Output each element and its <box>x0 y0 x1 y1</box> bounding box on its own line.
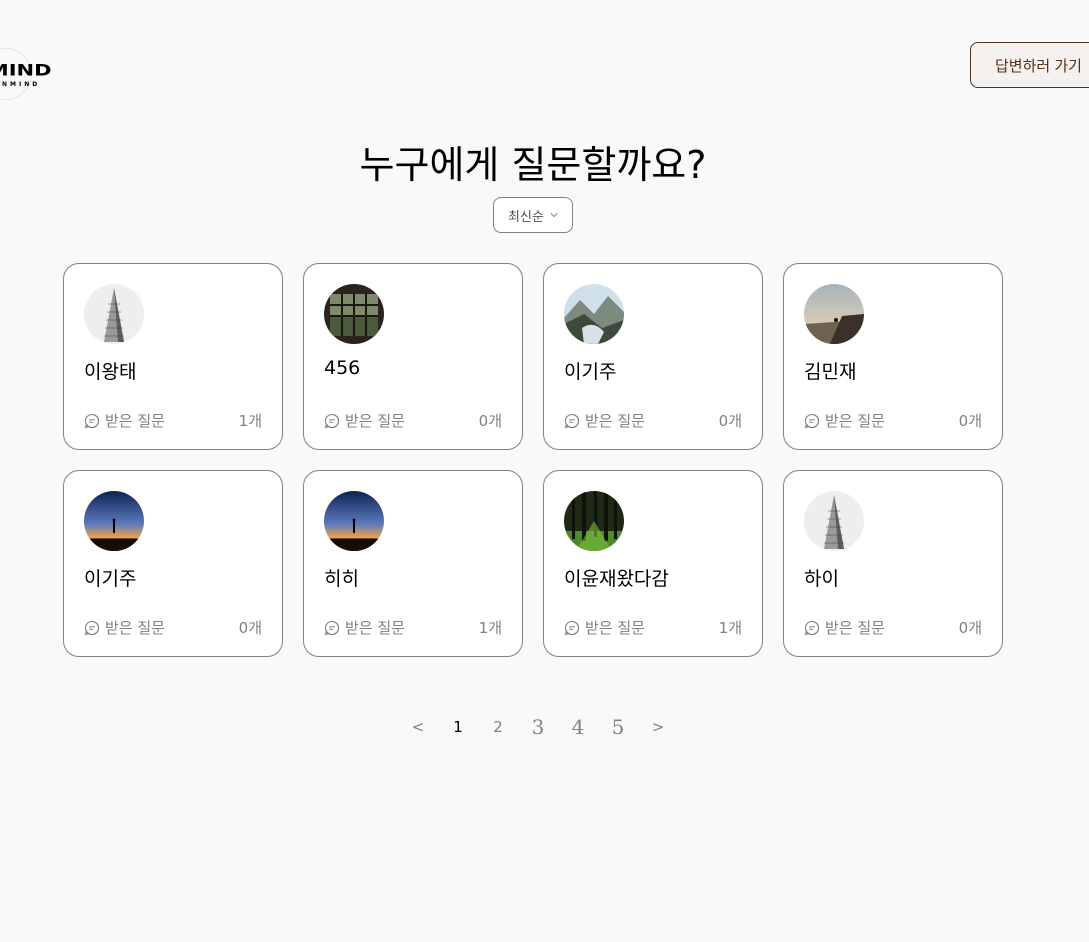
question-count-row: 받은 질문 1개 <box>564 617 742 638</box>
sort-label: 최신순 <box>508 209 544 225</box>
avatar <box>84 491 144 551</box>
question-count: 0개 <box>238 619 262 637</box>
avatar <box>564 491 624 551</box>
message-icon <box>804 620 820 635</box>
question-label: 받은 질문 <box>825 412 885 430</box>
page-5-button[interactable]: 5 <box>598 715 638 739</box>
question-count-row: 받은 질문 0개 <box>804 617 982 638</box>
question-count: 0개 <box>478 412 502 430</box>
subject-name: 456 <box>324 357 361 379</box>
question-count: 1개 <box>718 619 742 637</box>
message-icon <box>804 413 820 428</box>
page-2-button[interactable]: 2 <box>478 718 518 736</box>
question-count: 0개 <box>718 412 742 430</box>
message-icon <box>564 620 580 635</box>
page-4-button[interactable]: 4 <box>558 715 598 739</box>
subject-grid: 이왕태 받은 질문 1개 456 받은 질문 0개 이기주 받은 질문 0개 김민재 받은 질문 0개… <box>63 263 1003 657</box>
question-label: 받은 질문 <box>585 412 645 430</box>
subject-card[interactable]: 456 받은 질문 0개 <box>303 263 523 450</box>
subject-card[interactable]: 이기주받은 질문 0개 <box>63 470 283 657</box>
subject-card[interactable]: 하이받은 질문 0개 <box>783 470 1003 657</box>
subject-card[interactable]: 히히받은 질문 1개 <box>303 470 523 657</box>
chevron-down-icon <box>550 213 558 218</box>
message-icon <box>324 620 340 635</box>
question-count-row: 받은 질문 0개 <box>84 617 262 638</box>
subject-name: 이기주 <box>564 361 617 383</box>
avatar <box>804 491 864 551</box>
next-page-button[interactable]: > <box>638 718 678 736</box>
subject-name: 히히 <box>324 568 359 590</box>
prev-page-button[interactable]: < <box>398 718 438 736</box>
logo-wordmark: IMIND <box>0 60 52 80</box>
message-icon <box>84 413 100 428</box>
avatar <box>84 284 144 344</box>
subject-card[interactable]: 이윤재왔다감받은 질문 1개 <box>543 470 763 657</box>
question-label: 받은 질문 <box>105 412 165 430</box>
page-1-button[interactable]: 1 <box>438 718 478 736</box>
question-label: 받은 질문 <box>585 619 645 637</box>
avatar <box>564 284 624 344</box>
avatar <box>324 491 384 551</box>
subject-card[interactable]: 이기주받은 질문 0개 <box>543 263 763 450</box>
pagination: < 1 2 3 4 5 > <box>398 712 678 742</box>
page-3-button[interactable]: 3 <box>518 715 558 739</box>
avatar <box>804 284 864 344</box>
question-count: 1개 <box>478 619 502 637</box>
message-icon <box>324 413 340 428</box>
question-count: 1개 <box>238 412 262 430</box>
subject-name: 이왕태 <box>84 361 137 383</box>
subject-name: 이윤재왔다감 <box>564 568 669 590</box>
question-label: 받은 질문 <box>345 619 405 637</box>
question-label: 받은 질문 <box>105 619 165 637</box>
question-count-row: 받은 질문 0개 <box>324 410 502 431</box>
avatar <box>324 284 384 344</box>
question-count-row: 받은 질문 1개 <box>324 617 502 638</box>
logo-subtext: NMIND <box>2 81 41 88</box>
question-count: 0개 <box>958 619 982 637</box>
subject-name: 이기주 <box>84 568 137 590</box>
subject-name: 하이 <box>804 568 839 590</box>
question-count-row: 받은 질문 1개 <box>84 410 262 431</box>
question-count: 0개 <box>958 412 982 430</box>
subject-card[interactable]: 김민재받은 질문 0개 <box>783 263 1003 450</box>
logo[interactable]: IMIND NMIND <box>0 48 80 100</box>
page-title: 누구에게 질문할까요? <box>359 143 707 187</box>
subject-card[interactable]: 이왕태받은 질문 1개 <box>63 263 283 450</box>
subject-name: 김민재 <box>804 361 857 383</box>
question-count-row: 받은 질문 0개 <box>564 410 742 431</box>
sort-dropdown[interactable]: 최신순 <box>493 197 573 233</box>
question-label: 받은 질문 <box>345 412 405 430</box>
go-answer-button[interactable]: 답변하러 가기 <box>970 42 1089 88</box>
message-icon <box>564 413 580 428</box>
message-icon <box>84 620 100 635</box>
question-count-row: 받은 질문 0개 <box>804 410 982 431</box>
question-label: 받은 질문 <box>825 619 885 637</box>
